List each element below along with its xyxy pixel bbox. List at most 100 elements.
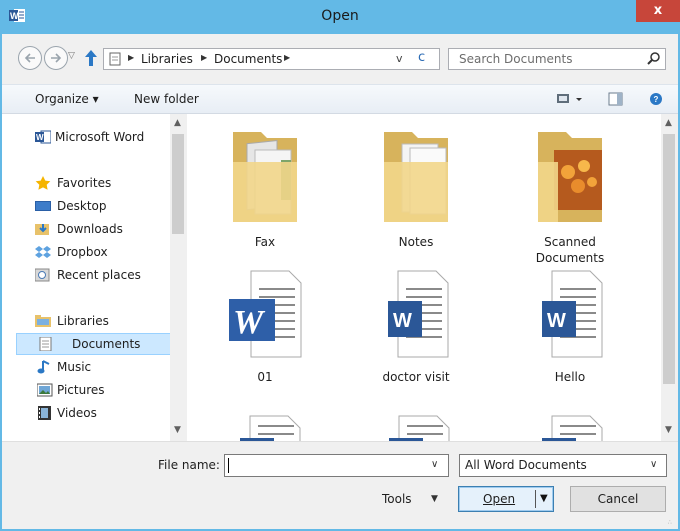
address-row: ▽ ▶ Libraries ▶ Documents ▶ v c Search D…: [2, 34, 678, 84]
dialog-body: ▽ ▶ Libraries ▶ Documents ▶ v c Search D…: [2, 34, 678, 529]
open-dialog: W Open x ▽ ▶ Libraries ▶ Documents ▶ v c…: [0, 0, 680, 531]
file-item-notes[interactable]: Notes: [356, 120, 476, 250]
folder-photo-icon: [538, 132, 602, 222]
nav-item-label: Microsoft Word: [55, 130, 145, 144]
breadcrumb-separator-icon[interactable]: ▶: [128, 53, 134, 62]
file-item-scanned-documents[interactable]: Scanned Documents: [510, 120, 630, 270]
word-document-icon: W: [229, 270, 302, 358]
title-bar[interactable]: W Open x: [0, 0, 680, 34]
nav-item-downloads[interactable]: Downloads: [2, 218, 170, 240]
chevron-down-icon[interactable]: ∨: [650, 459, 657, 470]
nav-scroll-thumb[interactable]: [172, 134, 184, 234]
command-bar: Organize ▾ New folder ?: [2, 84, 678, 114]
preview-pane-icon[interactable]: [608, 91, 624, 107]
recent-places-icon: [35, 268, 50, 282]
file-name: Scanned Documents: [535, 235, 605, 265]
search-icon[interactable]: [647, 52, 661, 66]
word-document-icon: W: [388, 270, 449, 358]
address-dropdown-icon[interactable]: v: [396, 52, 403, 65]
tools-button[interactable]: Tools: [382, 492, 412, 506]
breadcrumb-separator-icon[interactable]: ▶: [284, 53, 290, 62]
navigation-pane[interactable]: W Microsoft Word Favorites Desktop Downl…: [2, 114, 187, 441]
svg-text:W: W: [36, 133, 44, 142]
cancel-button-label: Cancel: [597, 492, 639, 506]
file-item-01[interactable]: W 01: [205, 269, 325, 384]
word-document-icon: W: [542, 270, 603, 358]
document-icon: [109, 52, 121, 66]
nav-item-label: Pictures: [57, 383, 105, 397]
text-cursor: [228, 458, 229, 473]
file-name: Fax: [254, 235, 276, 249]
open-options-dropdown-icon[interactable]: ▼: [540, 493, 548, 504]
nav-item-label: Favorites: [57, 176, 112, 190]
resize-grip-icon[interactable]: ∴: [668, 519, 676, 527]
nav-item-favorites[interactable]: Favorites: [2, 172, 170, 194]
nav-item-recent-places[interactable]: Recent places: [2, 264, 170, 286]
downloads-icon: [35, 224, 49, 235]
search-input[interactable]: Search Documents: [459, 52, 572, 66]
nav-item-videos[interactable]: Videos: [2, 402, 170, 424]
file-name: doctor visit: [382, 370, 450, 384]
files-scroll-thumb[interactable]: [663, 134, 675, 384]
forward-button[interactable]: [44, 46, 68, 70]
recent-locations-dropdown[interactable]: ▽: [68, 51, 75, 61]
nav-item-desktop[interactable]: Desktop: [2, 195, 170, 217]
desktop-icon: [35, 201, 51, 211]
file-item-hello[interactable]: W Hello: [510, 269, 630, 384]
breadcrumb-separator-icon[interactable]: ▶: [201, 53, 207, 62]
organize-button[interactable]: Organize ▾: [35, 92, 99, 106]
file-name: 01: [257, 370, 273, 384]
tools-dropdown-icon[interactable]: ▼: [431, 494, 438, 504]
folder-icon: [233, 132, 297, 222]
nav-item-libraries[interactable]: Libraries: [2, 310, 170, 332]
file-type-filter[interactable]: All Word Documents ∨: [459, 454, 667, 477]
file-item-doctor-visit[interactable]: W doctor visit: [356, 269, 476, 384]
up-one-level-icon[interactable]: [84, 48, 98, 68]
breadcrumb-libraries[interactable]: Libraries: [141, 52, 193, 66]
star-icon: [35, 176, 51, 190]
files-scrollbar[interactable]: ▲ ▼: [661, 114, 678, 441]
open-button[interactable]: Open ▼: [458, 486, 554, 512]
nav-item-label: Desktop: [57, 199, 107, 213]
back-button[interactable]: [18, 46, 42, 70]
more-files-row[interactable]: [188, 412, 661, 442]
close-button[interactable]: x: [636, 0, 680, 22]
dialog-title: Open: [321, 8, 359, 24]
nav-item-music[interactable]: Music: [2, 356, 170, 378]
file-name-input[interactable]: ∨: [224, 454, 449, 477]
forward-arrow-icon: [51, 53, 62, 63]
scroll-down-icon[interactable]: ▼: [665, 425, 672, 435]
back-arrow-icon: [24, 53, 35, 63]
cancel-button[interactable]: Cancel: [570, 486, 666, 512]
nav-item-dropbox[interactable]: Dropbox: [2, 241, 170, 263]
search-box[interactable]: Search Documents: [448, 48, 666, 70]
refresh-icon[interactable]: c: [418, 50, 425, 65]
nav-item-label: Documents: [72, 337, 141, 351]
scroll-up-icon[interactable]: ▲: [174, 118, 181, 128]
svg-text:W: W: [233, 304, 266, 341]
file-name-label: File name:: [158, 458, 220, 472]
file-type-value: All Word Documents: [465, 458, 587, 472]
scroll-up-icon[interactable]: ▲: [665, 118, 672, 128]
change-view-icon[interactable]: [556, 91, 586, 107]
new-folder-button[interactable]: New folder: [134, 92, 199, 106]
chevron-down-icon[interactable]: ∨: [431, 459, 438, 470]
nav-item-label: Downloads: [57, 222, 123, 236]
nav-item-microsoft-word[interactable]: W Microsoft Word: [2, 126, 170, 148]
music-icon: [37, 360, 50, 374]
file-item-fax[interactable]: Fax: [205, 120, 325, 250]
svg-text:W: W: [547, 310, 566, 332]
breadcrumb-documents[interactable]: Documents: [214, 52, 282, 66]
help-icon[interactable]: ?: [649, 91, 665, 107]
nav-item-pictures[interactable]: Pictures: [2, 379, 170, 401]
videos-icon: [38, 406, 51, 420]
nav-item-label: Music: [57, 360, 92, 374]
scroll-down-icon[interactable]: ▼: [174, 425, 181, 435]
file-list[interactable]: Fax Notes Scanned Documents W 01 W docto…: [188, 114, 661, 442]
address-bar[interactable]: ▶ Libraries ▶ Documents ▶ v c: [103, 48, 440, 70]
nav-scrollbar[interactable]: ▲ ▼: [170, 114, 187, 441]
open-button-label: Open: [483, 492, 516, 506]
nav-item-documents[interactable]: Documents: [16, 333, 171, 355]
main-area: W Microsoft Word Favorites Desktop Downl…: [2, 114, 678, 442]
word-icon: W: [35, 130, 51, 144]
